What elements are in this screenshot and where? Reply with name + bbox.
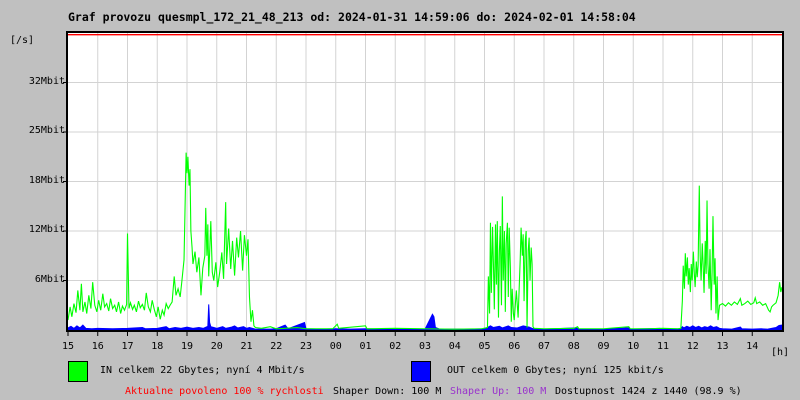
y-tick-label: 25Mbit xyxy=(28,125,65,136)
x-tick-label: 13 xyxy=(716,341,729,352)
x-tick-label: 11 xyxy=(656,341,670,352)
y-axis-unit-label: [/s] xyxy=(10,35,35,46)
y-tick-label: 6Mbit xyxy=(34,273,65,285)
x-tick-label: 08 xyxy=(567,341,580,352)
out-legend-swatch xyxy=(411,361,431,382)
x-tick-label: 17 xyxy=(121,341,134,352)
x-tick-label: 22 xyxy=(270,341,283,352)
in-legend-label: IN celkem 22 Gbytes; nyní 4 Mbit/s xyxy=(100,365,305,376)
shaper-down-text: Shaper Down: 100 M xyxy=(333,386,442,397)
x-tick-label: 10 xyxy=(627,341,640,352)
x-tick-label: 16 xyxy=(91,341,104,352)
y-tick-label: 32Mbit xyxy=(28,75,65,87)
x-tick-label: 02 xyxy=(389,341,402,352)
y-tick-label: 18Mbit xyxy=(28,174,65,186)
in-legend-swatch xyxy=(68,361,88,382)
availability-text: Dostupnost 1424 z 1440 (98.9 %) xyxy=(555,386,742,397)
x-tick-label: 06 xyxy=(508,341,521,352)
x-tick-label: 12 xyxy=(686,341,699,352)
x-tick-label: 20 xyxy=(210,341,223,352)
shaper-up-text: Shaper Up: 100 M xyxy=(450,386,547,397)
x-tick-label: 19 xyxy=(180,341,194,352)
x-tick-label: 07 xyxy=(537,341,551,352)
x-tick-label: 01 xyxy=(359,341,372,352)
x-tick-label: 21 xyxy=(240,341,253,352)
graph-title: Graf provozu quesmpl_172_21_48_213 od: 2… xyxy=(68,10,636,24)
traffic-graph xyxy=(63,31,784,336)
out-legend-label: OUT celkem 0 Gbytes; nyní 125 kbit/s xyxy=(447,365,664,376)
x-tick-label: 00 xyxy=(329,341,342,352)
x-tick-label: 18 xyxy=(151,341,164,352)
x-tick-label: 05 xyxy=(478,341,491,352)
x-tick-label: 15 xyxy=(61,341,75,352)
x-tick-label: 03 xyxy=(418,341,432,352)
x-tick-label: 09 xyxy=(597,341,610,352)
x-axis-unit-label: [h] xyxy=(770,347,789,358)
y-tick-label: 12Mbit xyxy=(28,224,65,235)
x-tick-label: 04 xyxy=(448,341,461,352)
allowed-speed-text: Aktualne povoleno 100 % rychlosti xyxy=(125,386,324,397)
x-tick-label: 23 xyxy=(299,341,313,352)
